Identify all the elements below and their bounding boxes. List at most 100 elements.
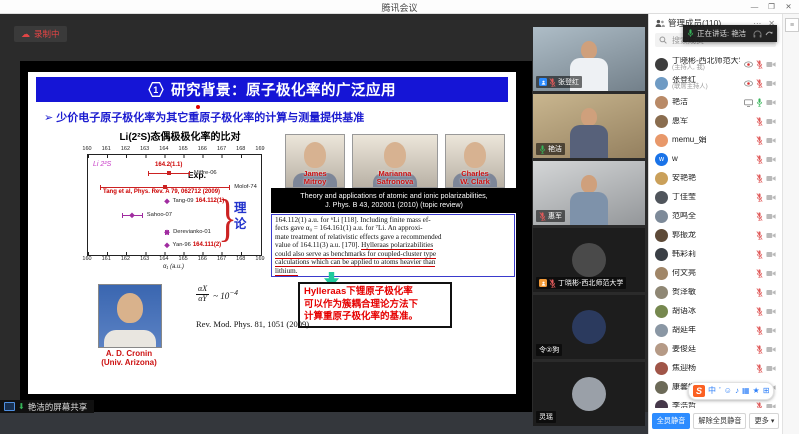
participant-row[interactable]: 艳洁 [649,93,782,112]
ime-icon[interactable]: ’ [719,387,721,395]
camera-off-icon[interactable] [766,289,776,296]
mic-status-icon[interactable] [756,174,763,183]
participant-row[interactable]: w w [649,150,782,169]
camera-off-icon[interactable] [766,251,776,258]
camera-off-icon[interactable] [766,403,776,408]
camera-off-icon[interactable] [766,213,776,220]
tick-label: 162 [121,146,130,152]
tick-label: 161 [102,146,111,152]
ime-icon[interactable]: 中 [708,387,716,395]
video-thumbnail[interactable]: 丁晓彬-西北师范大学 [533,228,645,292]
avatar [655,267,668,280]
camera-off-icon[interactable] [766,308,776,315]
participant-row[interactable]: 胡延年 [649,321,782,340]
camera-off-icon[interactable] [766,327,776,334]
mic-status-icon[interactable] [756,288,763,297]
avatar [572,243,606,277]
speaking-mic-icon [687,29,694,38]
mic-status-icon[interactable] [756,250,763,259]
mic-status-icon[interactable] [756,307,763,316]
ime-icon[interactable]: ★ [753,387,760,395]
footer-button[interactable]: 解除全员静音 [693,413,746,429]
cloud-record-icon: ☁ [21,30,30,39]
sogou-logo-icon[interactable]: S [693,385,705,397]
tick-marks [88,155,259,158]
participant-row[interactable]: 焦迎杨 [649,359,782,378]
mic-status-icon[interactable] [756,231,763,240]
participant-row[interactable]: memu_娟 [649,131,782,150]
switch-audio-icon[interactable] [765,30,773,38]
camera-off-icon[interactable] [766,156,776,163]
video-thumbnail[interactable]: 艳洁 [533,94,645,158]
mic-status-icon[interactable] [756,98,763,107]
chart-citation: Tang et al, Phys. Rev. A 79, 062712 (200… [103,189,220,195]
ime-icon[interactable]: ⊞ [763,387,770,395]
avatar [655,324,668,337]
mic-status-icon[interactable] [756,136,763,145]
ime-icon[interactable]: ♪ [735,387,739,395]
camera-off-icon[interactable] [766,346,776,353]
mic-status-icon[interactable] [756,364,763,373]
mic-status-icon[interactable] [756,402,763,408]
maximize-button[interactable]: ❐ [763,0,780,12]
participant-row[interactable]: 贺泽敏 [649,283,782,302]
mic-status-icon [549,78,556,87]
participant-name: 艳洁 [548,144,562,154]
participant-row[interactable]: 范鸣全 [649,207,782,226]
participant-name: 艳洁 [672,98,740,106]
collapse-panel-button[interactable]: ≡ [785,18,799,32]
ime-icon[interactable]: ▦ [742,387,750,395]
participant-row[interactable]: 韩彩莉 [649,245,782,264]
mic-status-icon [549,279,556,288]
mic-status-icon[interactable] [756,269,763,278]
participant-row[interactable]: 胡语冰 [649,302,782,321]
camera-off-icon[interactable] [766,194,776,201]
mic-status-icon[interactable] [756,345,763,354]
mic-status-icon[interactable] [756,326,763,335]
mic-status-icon[interactable] [756,155,763,164]
participant-row[interactable]: 姜俊廷 [649,340,782,359]
author-photo: MariannaSafronova [352,134,438,188]
rmp-reference: Rev. Mod. Phys. 81, 1051 (2009) [196,319,309,329]
camera-off-icon[interactable] [766,99,776,106]
close-button[interactable]: ✕ [780,0,797,12]
mic-status-icon[interactable] [756,79,763,88]
participant-row[interactable]: 丁晓彬-西北师范大学 (主持人, 我) [649,55,782,74]
participant-row[interactable]: 何文亮 [649,264,782,283]
camera-off-icon[interactable] [766,80,776,87]
ime-toolbar[interactable]: S 中’☺♪▦★⊞ [688,382,774,400]
video-thumbnail[interactable]: 张登红 [533,27,645,91]
camera-off-icon[interactable] [766,137,776,144]
video-thumbnail[interactable]: 惠军 [533,161,645,225]
participant-row[interactable]: 惠军 [649,112,782,131]
camera-off-icon[interactable] [766,61,776,68]
participant-role: (主持人, 我) [672,65,740,72]
footer-button[interactable]: 更多 ▾ [749,413,779,429]
ime-icon[interactable]: ☺ [724,387,732,395]
mic-status-icon[interactable] [756,60,763,69]
mic-status-icon[interactable] [756,117,763,126]
participant-row[interactable]: 丁佳莹 [649,188,782,207]
excerpt-line: mate treatment of relativistic effects g… [275,233,511,241]
thumbnail-name-label: 灵瑶 [536,411,556,423]
point-label: Sahoo-07 [147,212,172,218]
camera-off-icon[interactable] [766,365,776,372]
camera-off-icon[interactable] [766,118,776,125]
minimize-button[interactable]: — [746,0,763,12]
video-thumbnail[interactable]: 令②狗 [533,295,645,359]
mic-status-icon[interactable] [756,193,763,202]
footer-button[interactable]: 全员静音 [652,413,691,429]
participant-name: 丁晓彬-西北师范大学 [558,278,623,288]
camera-off-icon[interactable] [766,175,776,182]
camera-off-icon[interactable] [766,270,776,277]
avatar [655,58,668,71]
camera-off-icon[interactable] [766,232,776,239]
participant-row[interactable]: 张登红 (联席主持人) [649,74,782,93]
participant-row[interactable]: 郭振龙 [649,226,782,245]
recording-badge[interactable]: ☁ 录制中 [14,26,67,42]
screen-share-badge[interactable]: ⬇ 艳洁的屏幕共享 [0,400,94,413]
mic-status-icon[interactable] [756,212,763,221]
participant-row[interactable]: 安艳艳 [649,169,782,188]
video-thumbnail[interactable]: 灵瑶 [533,362,645,426]
monitor-icon [4,402,15,411]
